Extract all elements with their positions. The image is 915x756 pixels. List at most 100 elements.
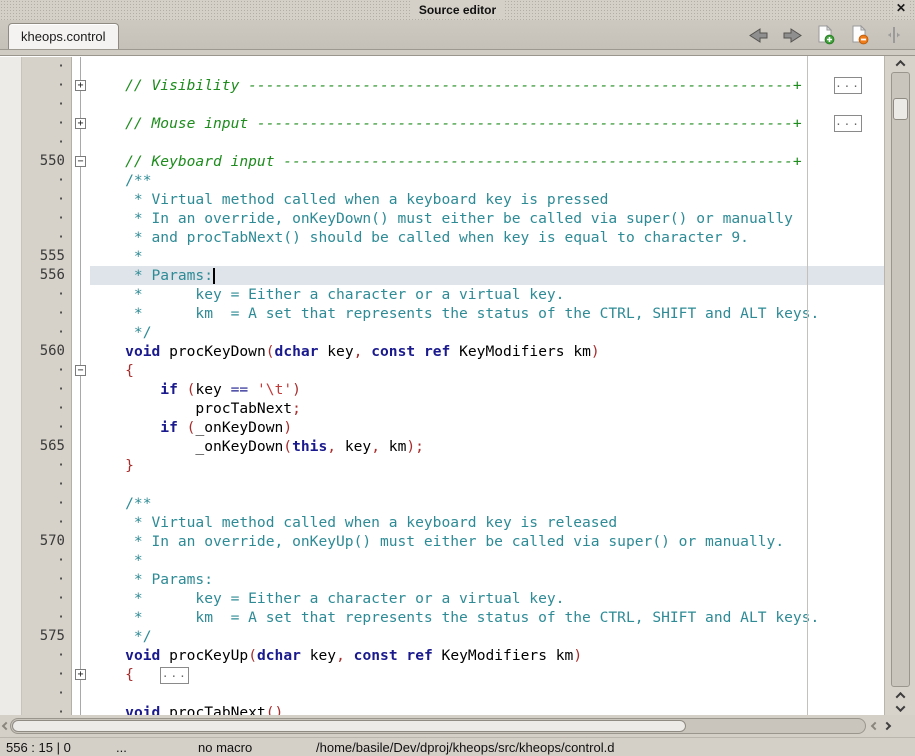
- line-number[interactable]: ·: [22, 475, 72, 494]
- line-number[interactable]: ·: [22, 513, 72, 532]
- code-text[interactable]: [90, 684, 884, 703]
- fold-margin[interactable]: [72, 437, 90, 456]
- line-number[interactable]: ·: [22, 304, 72, 323]
- folded-block-box[interactable]: ...: [834, 115, 862, 132]
- horizontal-scrollbar[interactable]: [0, 715, 915, 737]
- fold-margin[interactable]: [72, 627, 90, 646]
- code-area[interactable]: ··+ // Visibility ----------------------…: [0, 56, 884, 715]
- fold-margin[interactable]: [72, 380, 90, 399]
- fold-margin[interactable]: [72, 513, 90, 532]
- fold-expand-icon[interactable]: +: [75, 669, 86, 680]
- code-line[interactable]: ·: [0, 57, 884, 76]
- line-number[interactable]: ·: [22, 361, 72, 380]
- code-line[interactable]: ·: [0, 95, 884, 114]
- nav-back-icon[interactable]: [747, 24, 769, 46]
- code-line[interactable]: 570 * In an override, onKeyUp() must eit…: [0, 532, 884, 551]
- marker-margin[interactable]: [0, 190, 22, 209]
- fold-margin[interactable]: [72, 209, 90, 228]
- fold-margin[interactable]: [72, 323, 90, 342]
- title-bar[interactable]: Source editor ✕: [0, 0, 915, 20]
- horizontal-scroll-track[interactable]: [10, 718, 866, 734]
- code-line[interactable]: 575 */: [0, 627, 884, 646]
- code-text[interactable]: if (_onKeyDown): [90, 418, 884, 437]
- code-line[interactable]: · /**: [0, 171, 884, 190]
- code-line[interactable]: 550− // Keyboard input -----------------…: [0, 152, 884, 171]
- marker-margin[interactable]: [0, 114, 22, 133]
- line-number[interactable]: ·: [22, 76, 72, 95]
- code-line[interactable]: · *: [0, 551, 884, 570]
- code-text[interactable]: procTabNext;: [90, 399, 884, 418]
- code-line[interactable]: · void procKeyUp(dchar key, const ref Ke…: [0, 646, 884, 665]
- code-line[interactable]: · * In an override, onKeyDown() must eit…: [0, 209, 884, 228]
- horizontal-steppers[interactable]: [869, 719, 893, 733]
- fold-margin[interactable]: [72, 532, 90, 551]
- marker-margin[interactable]: [0, 437, 22, 456]
- fold-margin[interactable]: [72, 475, 90, 494]
- code-text[interactable]: void procKeyUp(dchar key, const ref KeyM…: [90, 646, 884, 665]
- code-line[interactable]: ·+ // Visibility -----------------------…: [0, 76, 884, 95]
- scroll-right-icon[interactable]: [883, 722, 891, 730]
- code-line[interactable]: 560 void procKeyDown(dchar key, const re…: [0, 342, 884, 361]
- marker-margin[interactable]: [0, 323, 22, 342]
- code-text[interactable]: if (key == '\t'): [90, 380, 884, 399]
- line-number[interactable]: 560: [22, 342, 72, 361]
- folded-block-box[interactable]: ...: [160, 667, 189, 684]
- line-number[interactable]: ·: [22, 133, 72, 152]
- code-line[interactable]: 555 *: [0, 247, 884, 266]
- marker-margin[interactable]: [0, 551, 22, 570]
- vertical-scroll-track[interactable]: [891, 72, 910, 687]
- close-document-icon[interactable]: [849, 24, 871, 46]
- code-text[interactable]: [90, 57, 884, 76]
- split-view-icon[interactable]: [883, 24, 905, 46]
- marker-margin[interactable]: [0, 57, 22, 76]
- marker-margin[interactable]: [0, 532, 22, 551]
- fold-margin[interactable]: [72, 399, 90, 418]
- scroll-up-icon[interactable]: [885, 57, 915, 70]
- code-text[interactable]: void procTabNext(): [90, 703, 884, 715]
- line-number[interactable]: ·: [22, 551, 72, 570]
- code-line[interactable]: ·+ // Mouse input ----------------------…: [0, 114, 884, 133]
- line-number[interactable]: 575: [22, 627, 72, 646]
- line-number[interactable]: ·: [22, 665, 72, 684]
- marker-margin[interactable]: [0, 95, 22, 114]
- line-number[interactable]: ·: [22, 684, 72, 703]
- line-number[interactable]: ·: [22, 646, 72, 665]
- close-icon[interactable]: ✕: [893, 1, 909, 15]
- fold-margin[interactable]: [72, 342, 90, 361]
- code-line[interactable]: ·: [0, 475, 884, 494]
- code-text[interactable]: *: [90, 551, 884, 570]
- code-text[interactable]: void procKeyDown(dchar key, const ref Ke…: [90, 342, 884, 361]
- code-text[interactable]: * Virtual method called when a keyboard …: [90, 190, 884, 209]
- fold-margin[interactable]: [72, 703, 90, 715]
- marker-margin[interactable]: [0, 665, 22, 684]
- code-text[interactable]: /**: [90, 494, 884, 513]
- line-number[interactable]: ·: [22, 190, 72, 209]
- fold-margin[interactable]: [72, 228, 90, 247]
- code-line[interactable]: ·: [0, 133, 884, 152]
- fold-margin[interactable]: +: [72, 76, 90, 95]
- code-text[interactable]: */: [90, 323, 884, 342]
- code-line[interactable]: · void procTabNext(): [0, 703, 884, 715]
- line-number[interactable]: 555: [22, 247, 72, 266]
- fold-margin[interactable]: [72, 57, 90, 76]
- line-number[interactable]: ·: [22, 228, 72, 247]
- line-number[interactable]: ·: [22, 95, 72, 114]
- marker-margin[interactable]: [0, 418, 22, 437]
- fold-margin[interactable]: [72, 608, 90, 627]
- fold-expand-icon[interactable]: +: [75, 118, 86, 129]
- nav-forward-icon[interactable]: [781, 24, 803, 46]
- code-line[interactable]: · if (key == '\t'): [0, 380, 884, 399]
- code-text[interactable]: * km = A set that represents the status …: [90, 304, 884, 323]
- vertical-scrollbar[interactable]: [884, 56, 915, 715]
- marker-margin[interactable]: [0, 361, 22, 380]
- code-line[interactable]: · * km = A set that represents the statu…: [0, 608, 884, 627]
- line-number[interactable]: 565: [22, 437, 72, 456]
- scroll-left-secondary-icon[interactable]: [871, 722, 879, 730]
- tab-kheops-control[interactable]: kheops.control: [8, 23, 119, 49]
- marker-margin[interactable]: [0, 152, 22, 171]
- code-text[interactable]: [90, 475, 884, 494]
- marker-margin[interactable]: [0, 608, 22, 627]
- code-text[interactable]: { ...: [90, 665, 884, 684]
- code-editor[interactable]: ··+ // Visibility ----------------------…: [0, 55, 915, 715]
- folded-block-box[interactable]: ...: [834, 77, 862, 94]
